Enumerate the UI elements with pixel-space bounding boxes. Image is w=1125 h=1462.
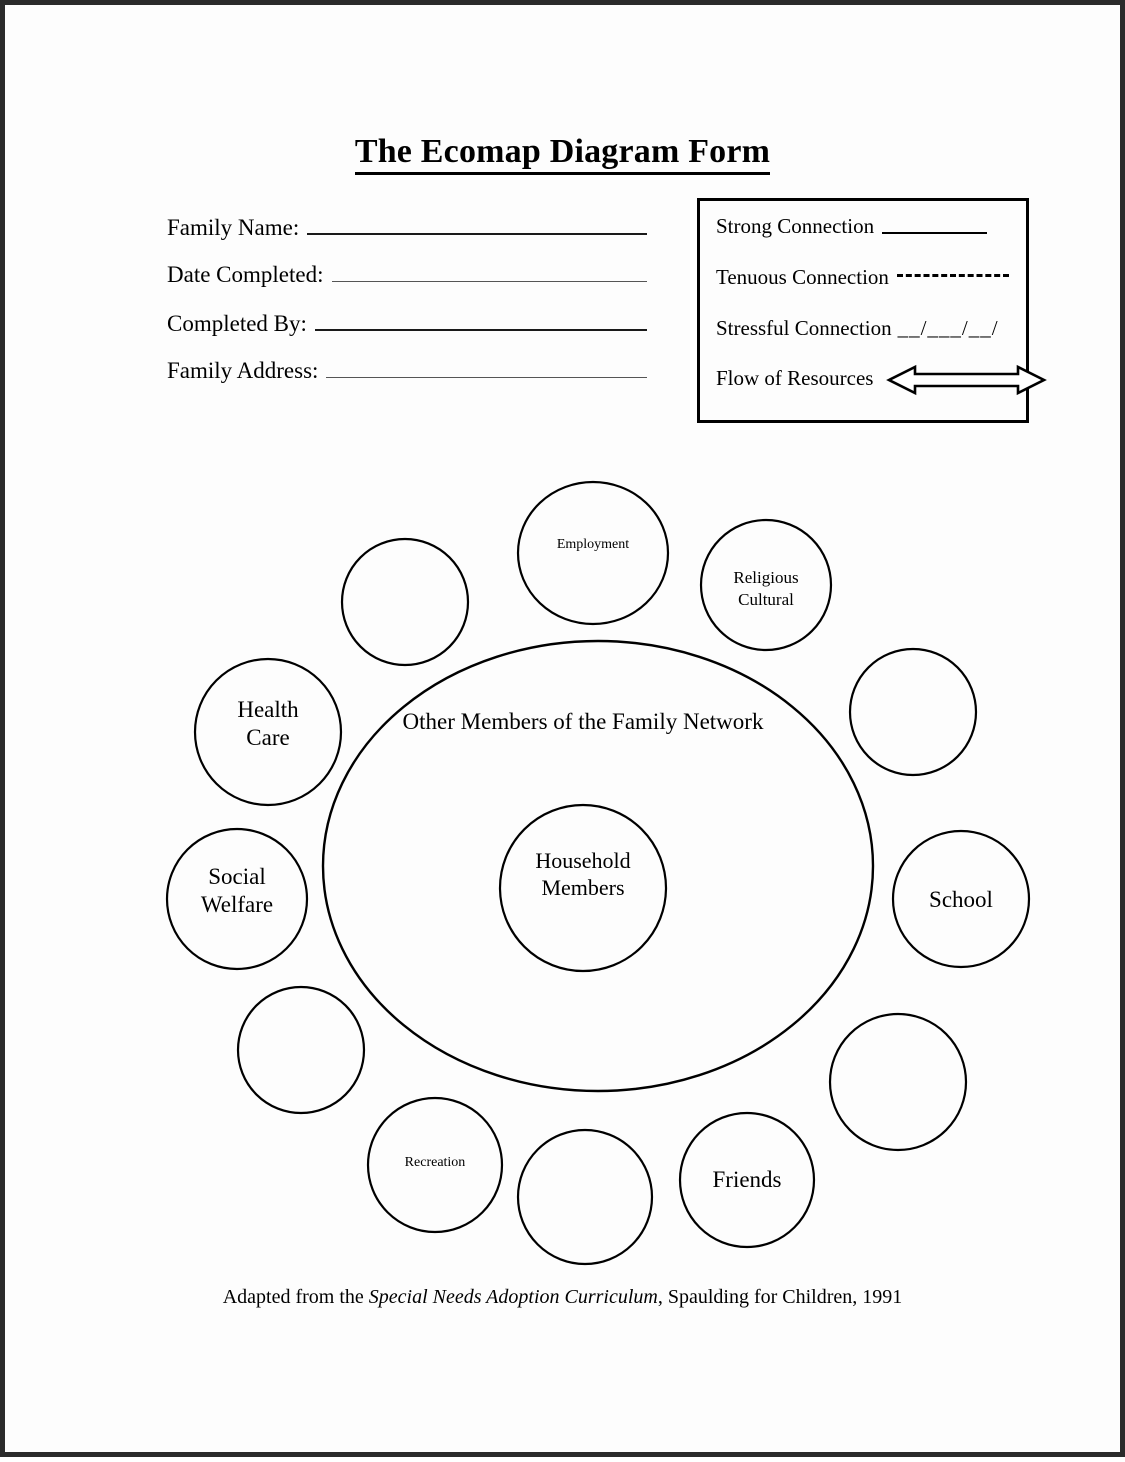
ecomap-diagram: Other Members of the Family Network Hous… bbox=[165, 480, 1031, 1266]
ecomap-form-page: The Ecomap Diagram Form Family Name: Dat… bbox=[0, 0, 1125, 1457]
node-employment-label: Employment bbox=[557, 537, 629, 552]
node-empty-bottom-right[interactable] bbox=[828, 1012, 968, 1152]
node-health-care-label-line2: Care bbox=[246, 725, 289, 750]
household-members-label-line2: Members bbox=[541, 875, 624, 900]
footer-suffix: , Spaulding for Children, 1991 bbox=[657, 1286, 903, 1308]
source-attribution: Adapted from the Special Needs Adoption … bbox=[5, 1286, 1120, 1309]
node-empty-bottom-left[interactable] bbox=[236, 985, 366, 1115]
node-social-welfare-label-line2: Welfare bbox=[201, 892, 273, 917]
node-religious-cultural-label-line1: Religious bbox=[733, 568, 798, 587]
footer-prefix: Adapted from the bbox=[222, 1286, 369, 1308]
node-empty-top-left[interactable] bbox=[340, 537, 470, 667]
node-religious-cultural-label-line2: Cultural bbox=[738, 590, 794, 609]
node-empty-right-top[interactable] bbox=[848, 647, 978, 777]
footer-title-italic: Special Needs Adoption Curriculum bbox=[368, 1286, 658, 1308]
node-school-label: School bbox=[929, 887, 993, 912]
family-network-label: Other Members of the Family Network bbox=[403, 709, 764, 734]
node-health-care-label-line1: Health bbox=[237, 697, 299, 722]
node-recreation-label: Recreation bbox=[405, 1155, 466, 1170]
node-friends-label: Friends bbox=[713, 1167, 782, 1192]
household-members-label-line1: Household bbox=[535, 848, 630, 873]
node-empty-bottom-mid[interactable] bbox=[516, 1128, 654, 1266]
node-employment[interactable] bbox=[516, 480, 670, 626]
node-social-welfare-label-line1: Social bbox=[208, 864, 266, 889]
